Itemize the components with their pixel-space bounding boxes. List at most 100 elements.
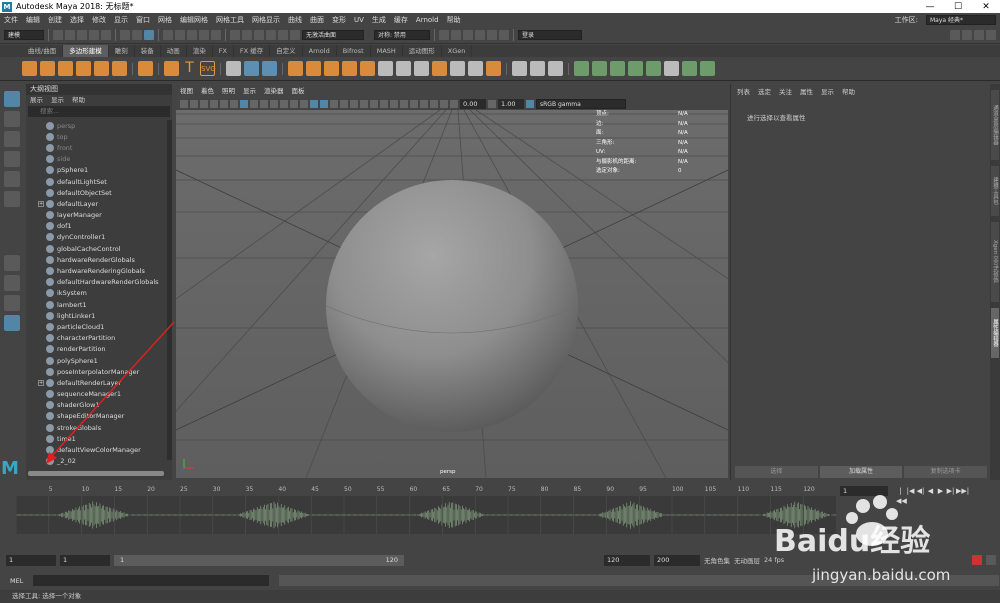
menu-item[interactable]: 文件 [0,15,22,25]
menu-item[interactable]: 修改 [88,15,110,25]
poly-disc-icon[interactable] [138,61,153,76]
text-tool-icon[interactable]: T [182,61,197,76]
tab-xgen-grooming[interactable]: Xgen 交互式修饰 [991,222,999,302]
attribute-menu-item[interactable]: 关注 [779,86,792,96]
outliner-search-input[interactable]: 搜索... [28,106,170,117]
hypershade-icon[interactable] [475,30,485,40]
append-polygon-icon[interactable] [324,61,339,76]
menu-item[interactable]: 编辑 [22,15,44,25]
load-attributes-button[interactable]: 加载属性 [819,466,903,478]
attribute-menu-item[interactable]: 列表 [737,86,750,96]
menu-item[interactable]: 显示 [110,15,132,25]
viewport-menu-item[interactable]: 渲染器 [264,86,284,96]
safe-action-icon[interactable] [290,99,298,108]
viewport-menu-item[interactable]: 照明 [222,86,235,96]
anti-aliasing-icon[interactable] [390,99,398,108]
sew-uv-icon[interactable] [700,61,715,76]
scale-tool-icon[interactable] [4,191,20,207]
2d-pan-zoom-icon[interactable] [220,99,228,108]
image-plane-icon[interactable] [210,99,218,108]
shelf-tab[interactable]: 多边形建模 [63,45,109,57]
uv-editor-icon[interactable] [574,61,589,76]
xray-joints-icon[interactable] [430,99,438,108]
pick-mask-icon[interactable] [175,30,185,40]
single-perspective-layout-icon[interactable] [4,255,20,271]
range-slider-bar[interactable]: 1 120 [114,554,404,566]
gate-mask-icon[interactable] [270,99,278,108]
close-button[interactable]: ✕ [972,2,1000,12]
textured-icon[interactable] [340,99,348,108]
menu-item[interactable]: UV [350,16,368,24]
checker-icon[interactable] [664,61,679,76]
maximize-button[interactable]: ☐ [944,2,972,12]
outliner-menu-item[interactable]: 展示 [30,95,43,105]
playback-end-field[interactable]: 120 [604,554,650,566]
outliner-item[interactable]: side [26,154,166,165]
outliner-item[interactable]: lambert1 [26,299,166,310]
snap-live-icon[interactable] [290,30,300,40]
shelf-tab[interactable]: 曲线/曲面 [22,45,64,57]
grid-icon[interactable] [240,99,248,108]
tool-settings-icon[interactable] [974,30,984,40]
exposure-icon[interactable] [450,99,458,108]
attribute-menu-item[interactable]: 帮助 [842,86,855,96]
outliner-item[interactable]: defaultLightSet [26,176,166,187]
open-scene-icon[interactable] [65,30,75,40]
lasso-tool-icon[interactable] [4,111,20,127]
outliner-item[interactable]: layerManager [26,210,166,221]
isolate-select-icon[interactable] [410,99,418,108]
film-gate-icon[interactable] [250,99,258,108]
poly-torus-icon[interactable] [94,61,109,76]
lights-icon[interactable] [350,99,358,108]
menu-item[interactable]: 创建 [44,15,66,25]
attribute-menu-item[interactable]: 显示 [821,86,834,96]
viewport-menu-item[interactable]: 视图 [180,86,193,96]
snap-grid-icon[interactable] [230,30,240,40]
exposure-field[interactable]: 0.00 [460,98,486,109]
wireframe-icon[interactable] [310,99,318,108]
target-weld-icon[interactable] [530,61,545,76]
menu-item[interactable]: 编辑网格 [176,15,212,25]
grease-pencil-icon[interactable] [230,99,238,108]
outliner-item[interactable]: hardwareRenderGlobals [26,254,166,265]
select-camera-icon[interactable] [180,99,188,108]
outliner-menu-item[interactable]: 帮助 [72,95,85,105]
shelf-tab[interactable]: 动画 [161,45,187,57]
svg-tool-icon[interactable]: SVG [200,61,216,76]
modeling-toolkit-icon[interactable] [950,30,960,40]
outliner-item[interactable]: top [26,131,166,142]
menu-item[interactable]: 窗口 [132,15,154,25]
tab-channel-box[interactable]: 通道盒/层编辑器 [991,90,999,160]
attribute-menu-item[interactable]: 选定 [758,86,771,96]
shelf-tab[interactable]: XGen [442,45,473,57]
shelf-tab[interactable]: 渲染 [187,45,213,57]
shadows-icon[interactable] [360,99,368,108]
outliner-item[interactable]: persp [26,120,166,131]
minimize-button[interactable]: — [916,2,944,12]
outliner-item[interactable]: dynController1 [26,232,166,243]
gamma-field[interactable]: 1.00 [498,98,524,109]
poly-sphere-icon[interactable] [22,61,37,76]
shelf-tab[interactable]: 自定义 [270,45,303,57]
render-view-icon[interactable] [487,30,497,40]
live-surface-field[interactable]: 无激活曲面 [302,30,364,40]
snap-surface-icon[interactable] [278,30,288,40]
outliner-item[interactable]: pSphere1 [26,165,166,176]
depth-of-field-icon[interactable] [400,99,408,108]
login-dropdown[interactable]: 登录 [518,30,582,40]
menu-set-dropdown[interactable]: 建模 [4,30,44,40]
poly-cylinder-icon[interactable] [58,61,73,76]
copy-tab-button[interactable]: 复制选项卡 [904,466,988,478]
field-chart-icon[interactable] [280,99,288,108]
menu-item[interactable]: 网格 [154,15,176,25]
animation-end-field[interactable]: 200 [654,554,700,566]
bridge-icon[interactable] [306,61,321,76]
menu-item[interactable]: 缓存 [390,15,412,25]
expand-icon[interactable]: + [38,200,44,207]
viewport-menu-item[interactable]: 着色 [201,86,214,96]
outliner-item[interactable]: + defaultLayer [26,198,166,209]
viewport-menu-item[interactable]: 面板 [292,86,305,96]
paint-select-tool-icon[interactable] [4,131,20,147]
animation-start-field[interactable]: 1 [6,554,56,566]
wireframe-on-shaded-icon[interactable] [330,99,338,108]
